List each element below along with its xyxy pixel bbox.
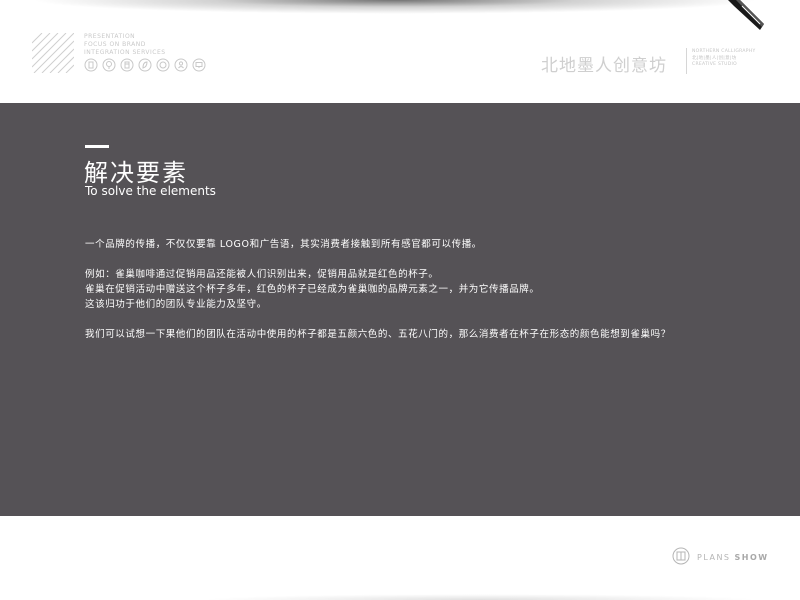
leaf-icon [138, 58, 152, 72]
footer-show: SHOW [734, 553, 769, 562]
section-subtitle: To solve the elements [85, 184, 216, 198]
paragraph-line: 这该归功于他们的团队专业能力及坚守。 [85, 299, 267, 310]
paragraph: 我们可以试想一下果他们的团队在活动中使用的杯子都是五颜六色的、五花八门的，那么消… [85, 329, 671, 340]
brand-divider [686, 48, 687, 74]
brand-subtitle: NORTHERN CALLIGRAPHY 北|地|墨|人|创|意|坊 CREAT… [692, 49, 756, 69]
section-title: 解决要素 [84, 159, 188, 187]
brand-subtitle-line: NORTHERN CALLIGRAPHY [692, 49, 756, 54]
pen-icon [728, 0, 764, 30]
tagline: PRESENTATION FOCUS ON BRAND INTEGRATION … [84, 33, 166, 57]
badge-icon [84, 58, 98, 72]
body-text: 一个品牌的传播，不仅仅要靠 LOGO和广告语，其实消费者接触到所有感官都可以传播… [85, 237, 765, 342]
paragraph-line: 例如：雀巢咖啡通过促销用品还能被人们识别出来，促销用品就是红色的杯子。 [85, 269, 439, 280]
footer-plans: PLANS [697, 553, 731, 562]
top-shadow [30, 0, 760, 14]
person-icon [174, 58, 188, 72]
paragraph-line: 雀巢在促销活动中赠送这个杯子多年，红色的杯子已经成为雀巢咖的品牌元素之一，并为它… [85, 284, 540, 295]
monitor-icon [192, 58, 206, 72]
stripes-logo [32, 33, 74, 73]
tagline-line: FOCUS ON BRAND [84, 41, 146, 48]
plans-logo-icon [672, 547, 690, 565]
tagline-line: INTEGRATION SERVICES [84, 49, 166, 56]
title-accent-bar [85, 145, 109, 148]
brand-name: 北地墨人创意坊 [541, 56, 667, 76]
content-panel: 解决要素 To solve the elements 一个品牌的传播，不仅仅要靠… [0, 103, 800, 516]
brand-subtitle-line: CREATIVE STUDIO [692, 62, 738, 67]
icon-row [84, 58, 206, 72]
tagline-line: PRESENTATION [84, 33, 136, 40]
globe-icon [156, 58, 170, 72]
bulb-icon [102, 58, 116, 72]
footer-brand: PLANS SHOW [697, 553, 769, 562]
bottom-shadow [200, 594, 760, 600]
paragraph: 一个品牌的传播，不仅仅要靠 LOGO和广告语，其实消费者接触到所有感官都可以传播… [85, 239, 482, 250]
document-icon [120, 58, 134, 72]
